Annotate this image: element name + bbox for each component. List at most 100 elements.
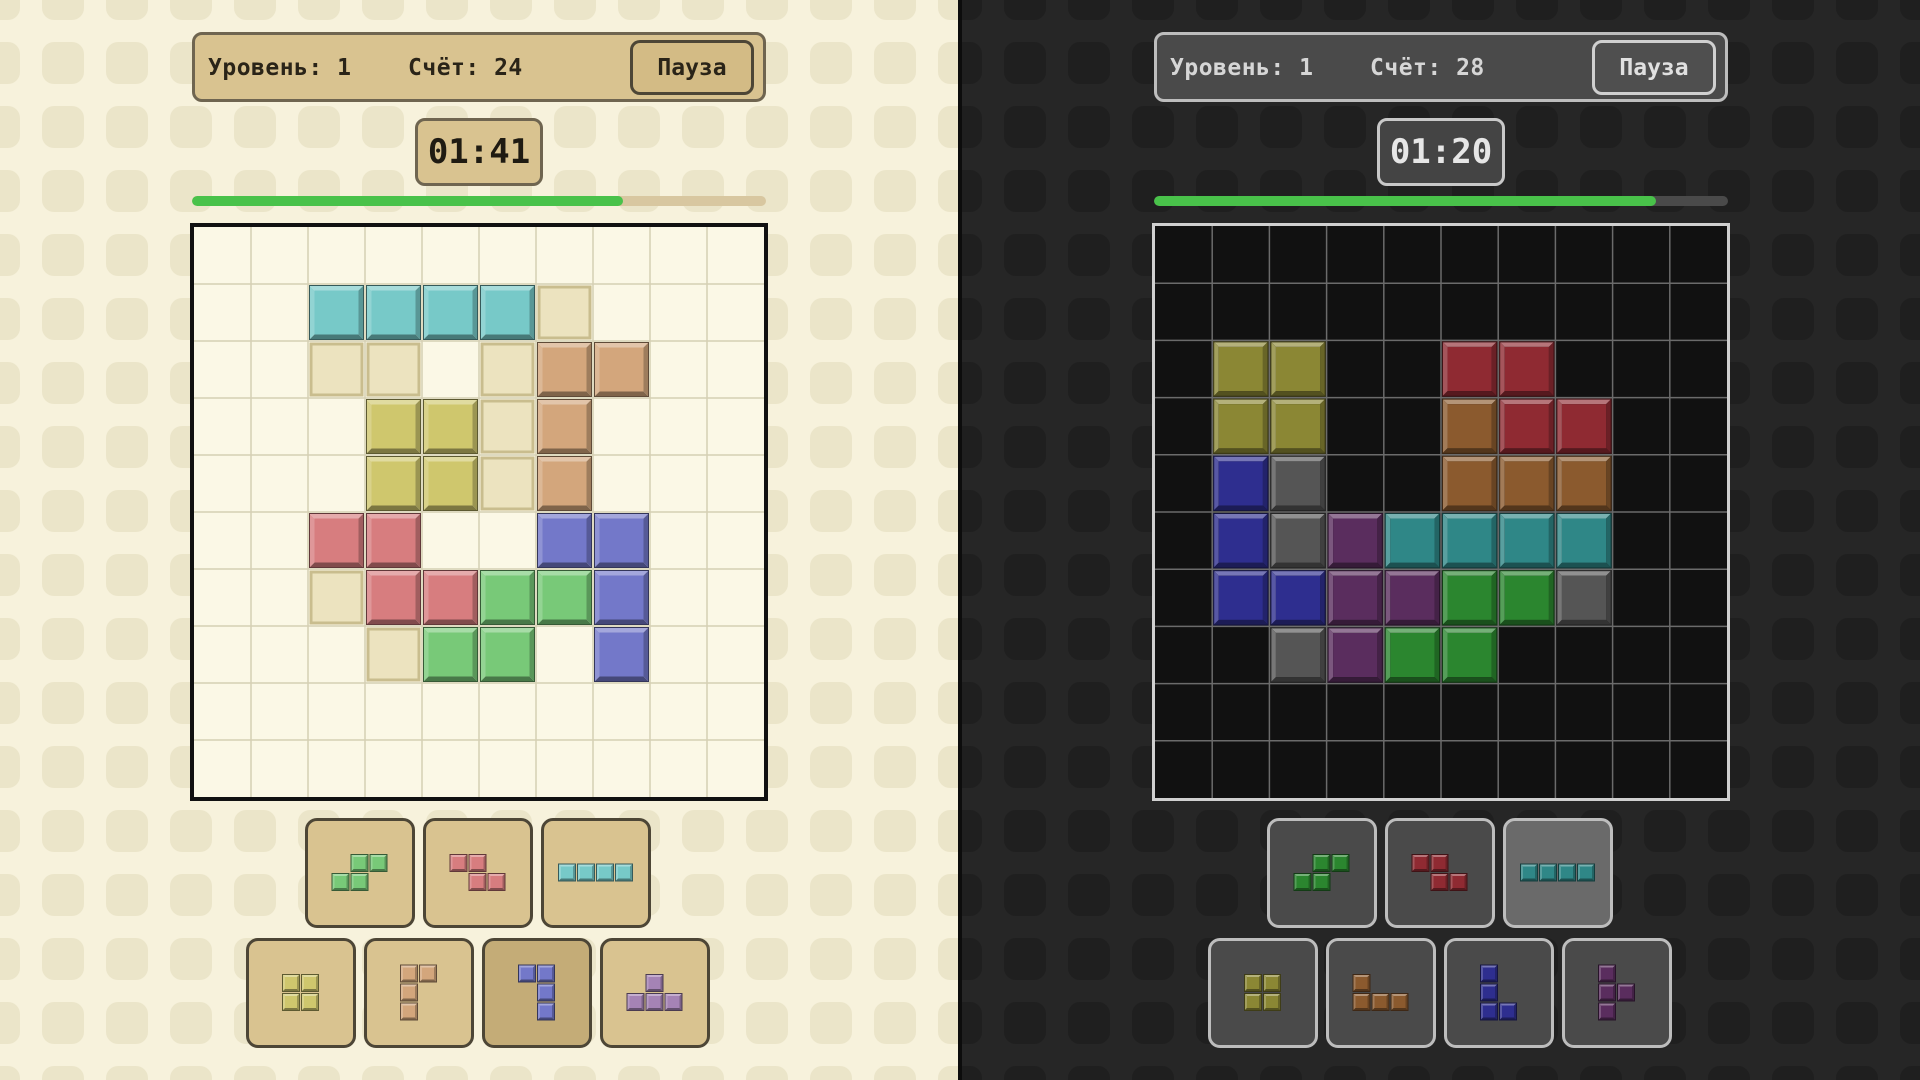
piece-block [1263, 993, 1281, 1011]
piece-block [331, 873, 350, 891]
background-tile [1772, 170, 1814, 212]
background-tile [1004, 426, 1046, 468]
block-green [537, 570, 592, 625]
background-tile [810, 810, 852, 852]
background-tile [234, 810, 276, 852]
background-tile [0, 1002, 20, 1044]
background-tile [962, 490, 982, 532]
block-red [366, 570, 421, 625]
tray-slot-l-piece-vertical[interactable] [1444, 938, 1554, 1048]
block-tan [1442, 398, 1498, 454]
background-tile [0, 426, 20, 468]
tray-slot-z-piece[interactable] [423, 818, 533, 928]
background-tile [42, 106, 84, 148]
background-tile [1772, 490, 1814, 532]
tray-slot-s-piece[interactable] [1267, 818, 1377, 928]
background-tile [1836, 42, 1878, 84]
background-tile [1900, 1002, 1920, 1044]
background-tile [106, 106, 148, 148]
background-tile [1708, 1066, 1750, 1080]
background-tile [234, 0, 276, 20]
background-tile [962, 426, 982, 468]
background-tile [938, 362, 958, 404]
background-tile [1708, 106, 1750, 148]
tray-slot-s-piece[interactable] [305, 818, 415, 928]
background-tile [938, 298, 958, 340]
background-tile [618, 0, 660, 20]
tray-slot-o-piece[interactable] [1208, 938, 1318, 1048]
game-board[interactable] [1152, 223, 1730, 801]
piece-block [1520, 863, 1538, 882]
background-tile [1836, 234, 1878, 276]
background-tile [1132, 106, 1174, 148]
background-tile [1772, 938, 1814, 980]
block-teal [1442, 513, 1498, 569]
background-tile [1004, 938, 1046, 980]
background-tile [618, 1066, 660, 1080]
piece-block [1449, 873, 1468, 891]
block-purple [1327, 627, 1383, 683]
background-tile [810, 170, 852, 212]
tray-slot-j-piece[interactable] [364, 938, 474, 1048]
background-tile [1068, 1002, 1110, 1044]
piece-block [1263, 974, 1281, 992]
background-tile [874, 298, 916, 340]
hud-bar: Уровень: 1 Счёт: 24 Пауза [192, 32, 766, 102]
background-tile [1004, 746, 1046, 788]
tray-slot-i-piece[interactable] [541, 818, 651, 928]
pause-button[interactable]: Пауза [630, 40, 754, 95]
block-navy [1213, 570, 1269, 626]
background-tile [810, 42, 852, 84]
background-tile [962, 618, 982, 660]
block-green [1442, 627, 1498, 683]
background-tile [938, 746, 958, 788]
piece-block [615, 863, 633, 882]
game-board[interactable] [190, 223, 768, 801]
background-tile [874, 554, 916, 596]
tray-slot-o-piece[interactable] [246, 938, 356, 1048]
background-tile [42, 490, 84, 532]
background-tile [1132, 874, 1174, 916]
tray-slot-t-piece[interactable] [1562, 938, 1672, 1048]
piece-block [1617, 983, 1635, 1002]
j-piece-icon [400, 964, 437, 1021]
piece-block [400, 1002, 418, 1021]
background-tile [1068, 874, 1110, 916]
background-tile [362, 0, 404, 20]
background-tile [0, 1066, 20, 1080]
piece-block [301, 974, 319, 992]
block-green [480, 627, 535, 682]
background-tile [1836, 490, 1878, 532]
pause-button[interactable]: Пауза [1592, 40, 1716, 95]
background-tile [1004, 682, 1046, 724]
background-tile [746, 1002, 788, 1044]
tray-slot-z-piece[interactable] [1385, 818, 1495, 928]
tray-slot-t-piece[interactable] [600, 938, 710, 1048]
background-tile [298, 106, 340, 148]
background-tile [810, 298, 852, 340]
background-tile [810, 874, 852, 916]
background-tile [0, 746, 20, 788]
background-tile [0, 234, 20, 276]
background-tile [42, 554, 84, 596]
background-tile [1324, 0, 1366, 20]
piece-block [1480, 964, 1498, 983]
background-tile [0, 618, 20, 660]
background-tile [106, 618, 148, 660]
background-tile [962, 0, 982, 20]
background-tile [106, 1066, 148, 1080]
block-gray [1270, 513, 1326, 569]
background-tile [0, 298, 20, 340]
background-tile [1132, 0, 1174, 20]
background-tile [810, 490, 852, 532]
tray-slot-j-piece-rotated[interactable] [482, 938, 592, 1048]
tray-slot-i-piece[interactable] [1503, 818, 1613, 928]
background-tile [1004, 874, 1046, 916]
tray-slot-l-piece[interactable] [1326, 938, 1436, 1048]
background-tile [554, 1066, 596, 1080]
background-tile [938, 682, 958, 724]
background-tile [1580, 106, 1622, 148]
background-tile [42, 810, 84, 852]
background-tile [42, 170, 84, 212]
background-tile [962, 682, 982, 724]
